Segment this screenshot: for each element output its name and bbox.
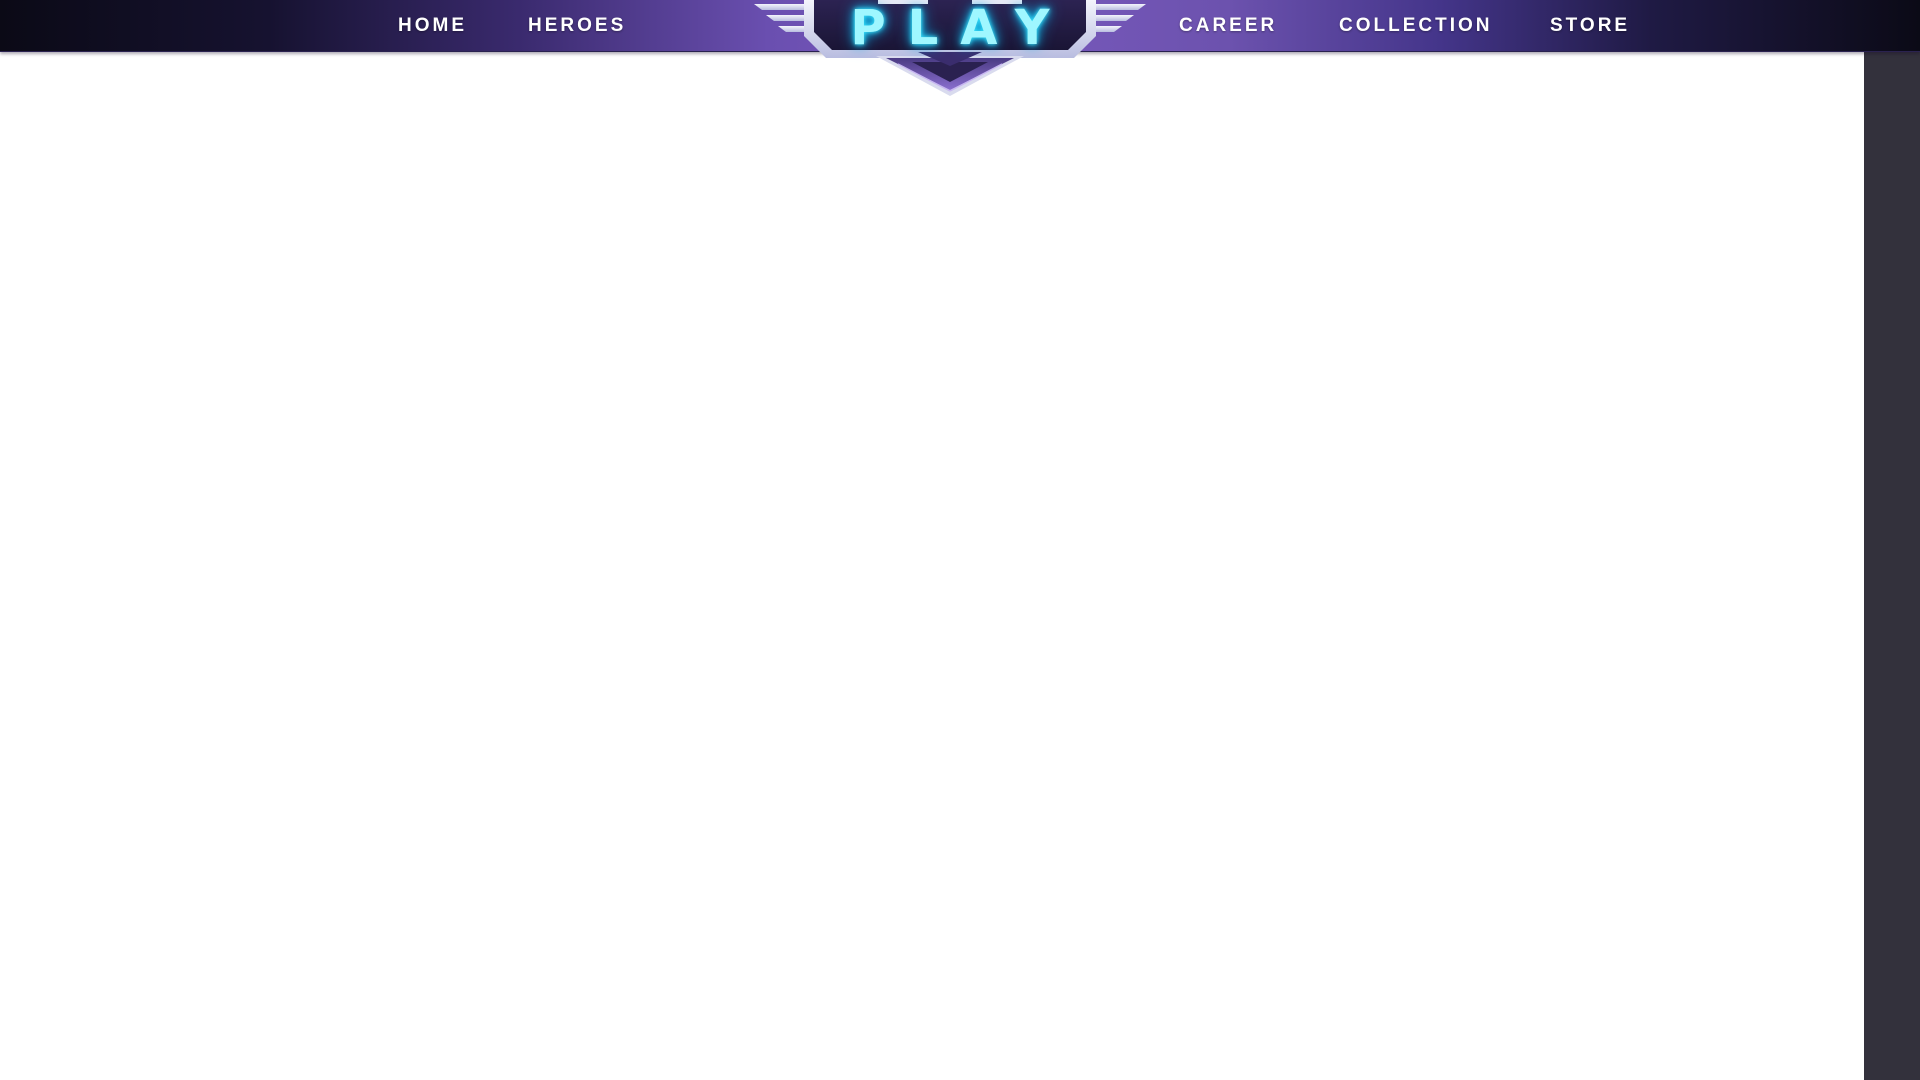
nav-collection-link[interactable]: COLLECTION — [1339, 0, 1493, 51]
nav-heroes-link[interactable]: HEROES — [528, 0, 626, 51]
play-label: PLAY — [850, 0, 1072, 56]
game-page: HOME HEROES CAREER COLLECTION STORE PLAY — [0, 0, 1920, 1080]
play-button[interactable]: PLAY — [752, 0, 1148, 100]
nav-store-link[interactable]: STORE — [1550, 0, 1630, 51]
right-side-panel — [1864, 0, 1920, 1080]
nav-career-link[interactable]: CAREER — [1179, 0, 1277, 51]
nav-home-link[interactable]: HOME — [398, 0, 467, 51]
